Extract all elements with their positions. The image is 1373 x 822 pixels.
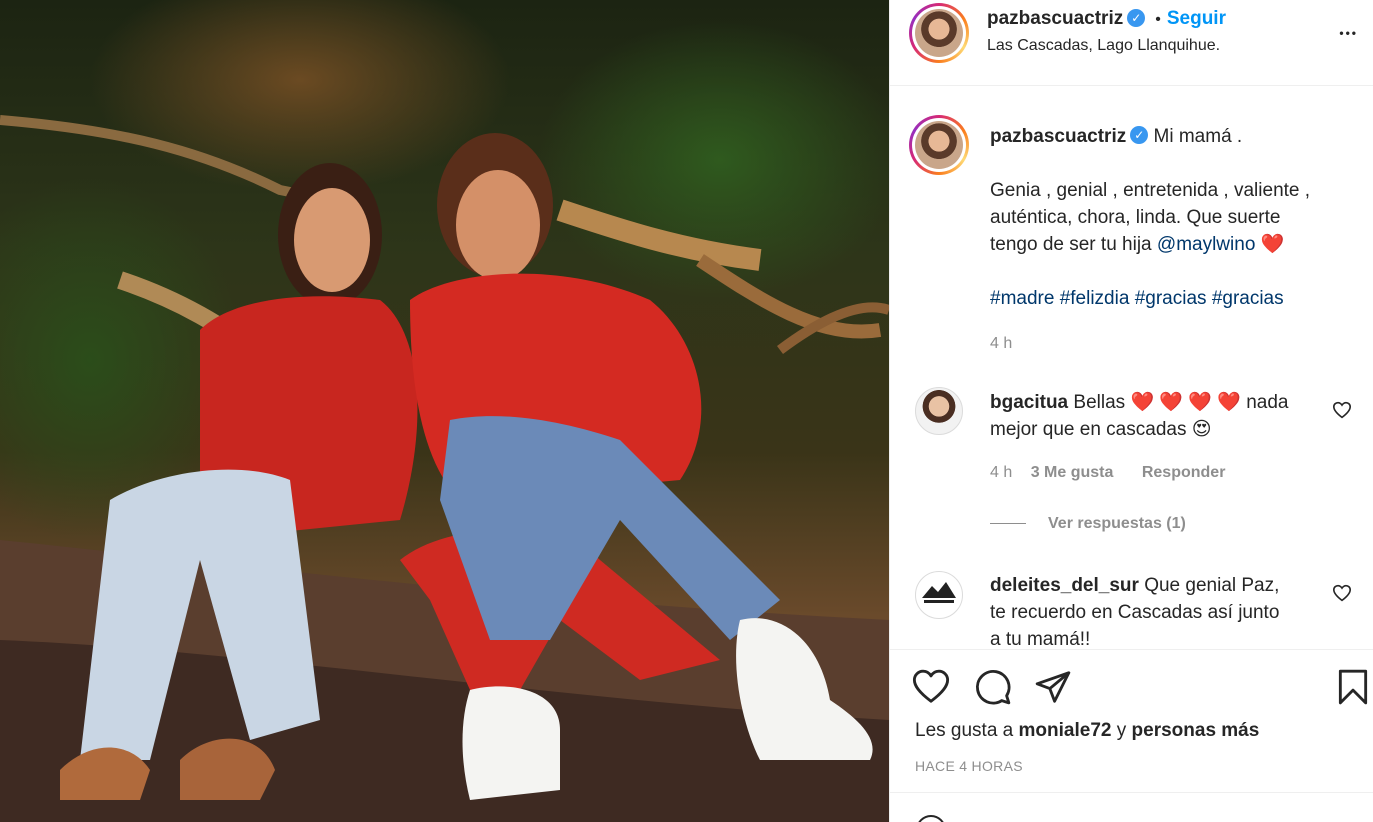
like-comment-icon[interactable] [1332,401,1352,419]
post-header: pazbascuactriz ✓ • Seguir Las Cascadas, Lag… [890,0,1373,86]
comment-text: Bellas [1073,392,1126,413]
comment-meta: 4 h 3 Me gusta Responder [990,459,1320,486]
hashtag-link[interactable]: #gracias [1212,288,1284,309]
likes-others-link[interactable]: personas más [1132,720,1260,741]
photo-illustration [0,115,889,822]
likes-prefix: Les gusta a [915,720,1014,741]
hashtag-link[interactable]: #felizdia [1060,288,1130,309]
author-username[interactable]: pazbascuactriz [987,8,1123,29]
commenter-avatar[interactable] [915,571,963,619]
hashtag-link[interactable]: #gracias [1135,288,1207,309]
mention-link[interactable]: @maylwino [1157,234,1255,255]
comment-username[interactable]: deleites_del_sur [990,575,1139,596]
caption-avatar[interactable] [909,115,969,175]
share-icon[interactable] [1034,668,1072,706]
likes-summary: Les gusta a moniale72 y personas más [915,720,1259,742]
comment-text: te recuerdo en Cascadas así junto [990,602,1280,623]
caption-first-text: Mi mamá . [1153,126,1243,147]
post-sidebar: pazbascuactriz ✓ • Seguir Las Cascadas, Lag… [889,0,1373,822]
comment-icon[interactable] [974,668,1012,706]
emoji-icon[interactable] [916,815,946,822]
caption-time[interactable]: 4 h [990,330,1350,357]
view-replies[interactable]: Ver respuestas (1) [990,510,1320,537]
likes-and: y [1116,720,1127,741]
comment-likes[interactable]: 3 Me gusta [1031,464,1114,481]
caption-body-line: Genia , genial , entretenida , valiente … [990,180,1311,201]
verified-icon: ✓ [1130,125,1149,144]
post-time[interactable]: HACE 4 HORAS [915,758,1023,774]
comment-text: Que genial Paz, [1144,575,1280,596]
hashtags: #madre #felizdia #gracias #gracias [990,285,1350,312]
comment-username[interactable]: bgacitua [990,392,1068,413]
comments-section: pazbascuactriz ✓ Mi mamá . Genia , genial… [890,87,1373,649]
heart-eyes-emoji: 😍 [1191,419,1212,440]
commenter-avatar[interactable] [915,387,963,435]
heart-icon[interactable] [912,668,950,706]
hashtag-link[interactable]: #madre [990,288,1054,309]
author-avatar[interactable] [909,3,969,63]
separator-dot: • [1155,11,1161,28]
comment-text: a tu mamá!! [990,629,1091,649]
post-photo[interactable] [0,0,889,822]
comment-text: nada [1246,392,1289,413]
more-icon[interactable]: ••• [1339,26,1358,40]
add-comment-bar [890,792,1373,822]
caption-username[interactable]: pazbascuactriz [990,126,1126,147]
deleites-logo-icon [922,582,956,603]
reply-button[interactable]: Responder [1142,464,1226,481]
verified-icon: ✓ [1127,8,1146,27]
caption: pazbascuactriz ✓ Mi mamá . Genia , genial… [990,123,1350,357]
comment: bgacitua Bellas ❤️ ❤️ ❤️ ❤️ nada mejor q… [990,389,1320,537]
replies-divider [990,523,1026,525]
comment: deleites_del_sur Que genial Paz, te recu… [990,572,1320,649]
caption-body-text: tengo de ser tu hija [990,234,1152,255]
likes-user-link[interactable]: moniale72 [1019,720,1112,741]
caption-body: Genia , genial , entretenida , valiente … [990,177,1350,258]
comment-text: mejor que en cascadas [990,419,1187,440]
hearts-emoji: ❤️ ❤️ ❤️ ❤️ [1130,392,1241,413]
comment-time[interactable]: 4 h [990,464,1012,481]
heart-emoji: ❤️ [1260,234,1285,255]
like-comment-icon[interactable] [1332,584,1352,602]
caption-body-line: tengo de ser tu hija @maylwino ❤️ [990,231,1350,258]
bookmark-icon[interactable] [1334,668,1372,706]
post-location[interactable]: Las Cascadas, Lago Llanquihue. [987,37,1220,55]
follow-button[interactable]: Seguir [1167,8,1226,29]
view-replies-label[interactable]: Ver respuestas (1) [1048,515,1186,532]
caption-body-line: auténtica, chora, linda. Que suerte [990,207,1281,228]
post-actions: Les gusta a moniale72 y personas más HAC… [890,649,1373,792]
caption-first-line: pazbascuactriz ✓ Mi mamá . [990,123,1350,150]
